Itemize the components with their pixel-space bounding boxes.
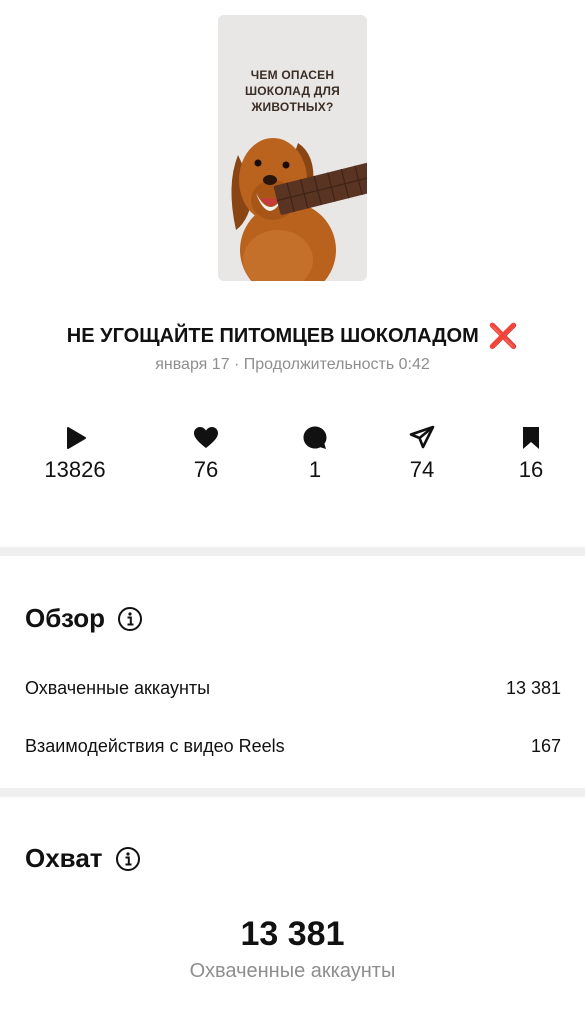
reach-value: 13 381: [240, 915, 345, 953]
send-icon: [409, 425, 435, 449]
row-label: Охваченные аккаунты: [25, 678, 211, 698]
row-value: 167: [530, 736, 561, 756]
overview-row-accounts-reached[interactable]: Охваченные аккаунты 13 381: [25, 678, 561, 699]
section-divider: [0, 547, 585, 556]
play-icon: [67, 427, 86, 449]
thumbnail-caption: ЧЕМ ОПАСЕН ШОКОЛАД ДЛЯ ЖИВОТНЫХ?: [245, 68, 340, 114]
engagement-stats: 13826 76 1 74 16: [0, 425, 585, 495]
cross-mark-icon: ❌: [488, 323, 519, 350]
info-icon[interactable]: [117, 606, 143, 632]
row-label: Взаимодействия с видео Reels: [25, 736, 285, 756]
reel-meta: января 17 · Продолжительность 0:42: [155, 356, 430, 373]
stat-comments: 1: [265, 425, 365, 483]
overview-header: Обзор: [25, 603, 143, 634]
heart-icon: [194, 427, 218, 448]
stat-saves: 16: [481, 425, 581, 483]
saves-count: 16: [518, 457, 544, 482]
plays-count: 13826: [44, 457, 106, 482]
overview-row-reel-interactions[interactable]: Взаимодействия с видео Reels 167: [25, 736, 561, 757]
stat-likes: 76: [156, 425, 256, 483]
reach-title: Охват: [25, 843, 103, 873]
stat-plays: 13826: [25, 425, 125, 483]
reach-label: Охваченные аккаунты: [189, 960, 396, 982]
reach-header: Охват: [25, 843, 141, 874]
bookmark-icon: [523, 427, 539, 449]
info-icon[interactable]: [115, 846, 141, 872]
reel-title-text: НЕ УГОЩАЙТЕ ПИТОМЦЕВ ШОКОЛАДОМ: [66, 325, 479, 347]
reel-thumbnail[interactable]: ЧЕМ ОПАСЕН ШОКОЛАД ДЛЯ ЖИВОТНЫХ?: [218, 15, 367, 281]
shares-count: 74: [409, 457, 435, 482]
section-divider: [0, 788, 585, 797]
dog-with-chocolate-image: [231, 138, 367, 281]
reel-title: НЕ УГОЩАЙТЕ ПИТОМЦЕВ ШОКОЛАДОМ ❌: [0, 322, 585, 351]
row-value: 13 381: [505, 678, 561, 698]
likes-count: 76: [193, 457, 219, 482]
comments-count: 1: [308, 457, 322, 482]
stat-shares: 74: [372, 425, 472, 483]
comment-icon: [303, 426, 327, 449]
overview-title: Обзор: [25, 603, 105, 633]
